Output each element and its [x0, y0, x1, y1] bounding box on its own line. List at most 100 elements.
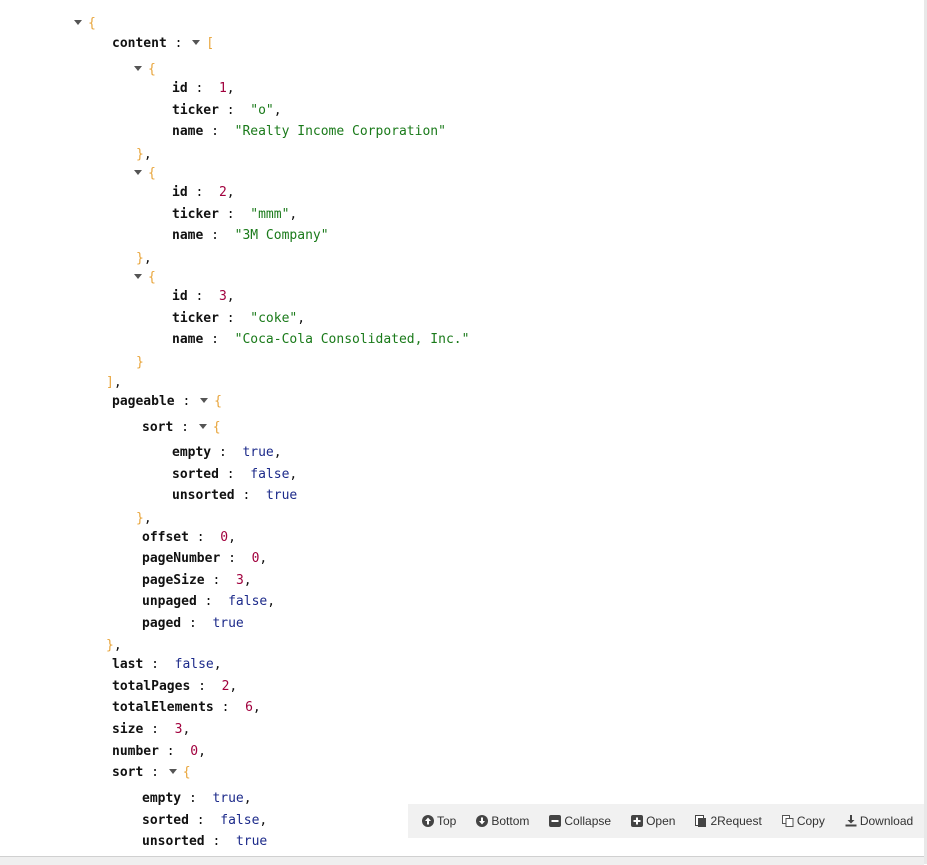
- json-key: totalPages: [112, 679, 191, 694]
- json-punctuation: ,: [259, 551, 268, 566]
- json-bracket: {: [148, 166, 156, 181]
- json-toolbar: Top Bottom Collapse Open 2Request Copy D…: [408, 804, 924, 838]
- json-bracket: }: [136, 511, 144, 526]
- json-key: unsorted: [142, 834, 205, 849]
- json-bracket: }: [106, 638, 114, 653]
- json-punctuation: ,: [226, 81, 235, 96]
- json-key: name: [172, 332, 204, 347]
- json-bracket: {: [214, 394, 222, 409]
- json-number-value: 0: [190, 744, 199, 759]
- json-key: id: [172, 81, 188, 96]
- json-key: name: [172, 124, 204, 139]
- toggle-caret-icon[interactable]: [134, 274, 142, 279]
- json-line: ticker : "coke",: [172, 311, 305, 327]
- json-bracket: {: [148, 270, 156, 285]
- toggle-caret-icon[interactable]: [74, 20, 82, 25]
- toggle-caret-icon[interactable]: [192, 40, 201, 45]
- json-separator: :: [188, 813, 221, 828]
- json-punctuation: ,: [143, 251, 152, 266]
- json-line[interactable]: {: [134, 270, 156, 286]
- json-boolean-value: false: [220, 813, 260, 828]
- download-button[interactable]: Download: [845, 814, 913, 828]
- json-key: sort: [112, 765, 144, 780]
- json-separator: :: [204, 834, 236, 849]
- request-doc-icon: [695, 815, 707, 827]
- json-punctuation: ,: [226, 185, 235, 200]
- json-punctuation: ,: [226, 289, 235, 304]
- toggle-caret-icon[interactable]: [134, 66, 142, 71]
- json-line: empty : true,: [142, 791, 252, 807]
- json-separator: :: [166, 36, 191, 51]
- json-line: ticker : "mmm",: [172, 207, 297, 223]
- json-separator: :: [234, 488, 266, 503]
- json-separator: :: [213, 700, 246, 715]
- copy-button[interactable]: Copy: [781, 814, 825, 828]
- json-line: sort : {: [112, 765, 191, 781]
- json-key: sort: [142, 420, 174, 435]
- json-line[interactable]: {: [134, 62, 156, 78]
- json-key: number: [112, 744, 159, 759]
- json-line: number : 0,: [112, 744, 206, 760]
- open-button[interactable]: Open: [631, 814, 675, 828]
- json-separator: :: [211, 445, 243, 460]
- json-line: offset : 0,: [142, 530, 236, 546]
- json-line: totalPages : 2,: [112, 679, 237, 695]
- json-boolean-value: false: [228, 594, 268, 609]
- json-punctuation: ,: [228, 530, 236, 545]
- json-string-value: "coke": [250, 311, 298, 326]
- json-separator: :: [218, 311, 251, 326]
- json-separator: :: [143, 657, 175, 672]
- json-separator: :: [203, 332, 235, 347]
- toggle-caret-icon[interactable]: [200, 398, 209, 403]
- json-line: name : "Realty Income Corporation": [172, 124, 446, 140]
- json-line: },: [136, 511, 152, 527]
- json-punctuation: ,: [113, 375, 122, 390]
- json-separator: :: [190, 679, 222, 694]
- json-separator: :: [187, 185, 219, 200]
- json-boolean-value: false: [174, 657, 214, 672]
- json-line: unpaged : false,: [142, 594, 275, 610]
- json-key: sorted: [142, 813, 189, 828]
- bottom-button[interactable]: Bottom: [476, 814, 529, 828]
- json-line: id : 2,: [172, 185, 235, 201]
- json-bracket: {: [212, 420, 221, 435]
- json-string-value: "Coca-Cola Consolidated, Inc.": [234, 332, 470, 347]
- json-key: paged: [142, 616, 182, 631]
- json-punctuation: ,: [143, 511, 152, 526]
- json-line[interactable]: {: [74, 16, 96, 32]
- json-line: }: [136, 355, 144, 371]
- toggle-caret-icon[interactable]: [168, 769, 177, 774]
- json-string-value: "o": [250, 103, 274, 118]
- json-number-value: 1: [218, 81, 227, 96]
- toggle-caret-icon[interactable]: [134, 170, 142, 175]
- json-bracket: ]: [106, 375, 114, 390]
- json-separator: :: [203, 124, 235, 139]
- json-separator: :: [203, 228, 235, 243]
- json-punctuation: ,: [267, 594, 276, 609]
- json-separator: :: [158, 744, 191, 759]
- json-key: unsorted: [172, 488, 235, 503]
- json-separator: :: [187, 81, 219, 96]
- copy-icon: [781, 815, 794, 827]
- top-button[interactable]: Top: [422, 814, 456, 828]
- toggle-caret-icon[interactable]: [198, 424, 207, 429]
- json-number-value: 3: [235, 573, 244, 588]
- json-punctuation: ,: [182, 722, 191, 737]
- json-punctuation: ,: [143, 147, 152, 162]
- json-separator: :: [196, 594, 229, 609]
- collapse-button[interactable]: Collapse: [549, 814, 611, 828]
- minus-square-icon: [549, 815, 562, 827]
- json-line: name : "3M Company": [172, 228, 329, 244]
- json-boolean-value: true: [212, 616, 244, 631]
- json-line: last : false,: [112, 657, 222, 673]
- request-button[interactable]: 2Request: [695, 814, 762, 828]
- json-line: id : 1,: [172, 81, 235, 97]
- json-number-value: 3: [218, 289, 227, 304]
- json-key: name: [172, 228, 204, 243]
- json-separator: :: [204, 573, 236, 588]
- json-line[interactable]: {: [134, 166, 156, 182]
- json-punctuation: ,: [273, 445, 282, 460]
- json-bracket: }: [136, 355, 144, 370]
- json-key: id: [172, 289, 188, 304]
- json-key: ticker: [172, 311, 219, 326]
